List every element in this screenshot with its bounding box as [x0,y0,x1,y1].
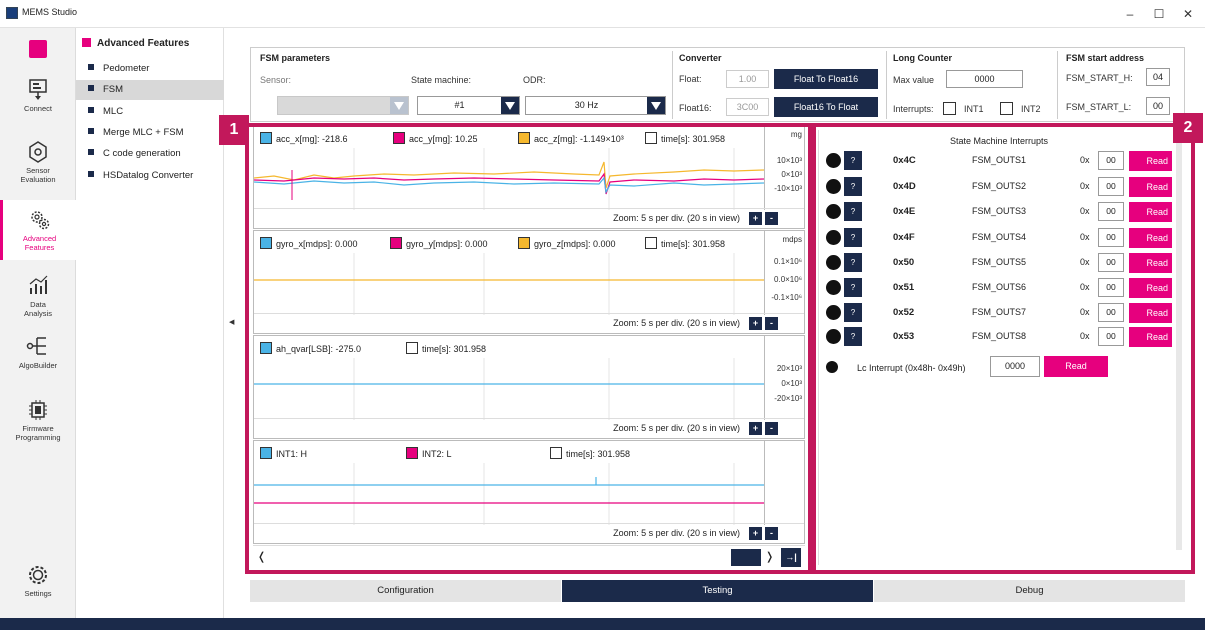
fsm-parameters-panel: FSM parameters Sensor: State machine: #1… [250,47,1185,122]
fsm-start-l-input[interactable]: 00 [1146,97,1170,115]
float16-to-float-button[interactable]: Float16 To Float [774,97,878,117]
advanced-features-icon [30,211,49,230]
left-navigation: Connect Sensor Evaluation Advanced Featu… [0,28,76,618]
nav-firmware-programming-label: Firmware Programming [15,424,61,442]
sensor-dropdown[interactable] [277,96,409,115]
nav-connect-label: Connect [24,104,52,113]
max-value-input[interactable]: 0000 [946,70,1023,88]
callout-label-1: 1 [219,115,249,145]
settings-icon [29,566,47,584]
float-label: Float: [679,74,702,84]
converter-title: Converter [679,53,722,63]
tab-testing[interactable]: Testing [562,580,873,602]
app-logo-icon [6,7,18,19]
int1-checkbox[interactable] [943,102,956,115]
chevron-down-icon [647,97,665,114]
state-machine-label: State machine: [411,75,472,85]
title-bar: MEMS Studio – ☐ ✕ [0,0,1205,28]
nav-sensor-evaluation[interactable]: Sensor Evaluation [0,140,76,184]
nav-firmware-programming[interactable]: Firmware Programming [0,398,76,442]
subnav-item-merge-mlc-fsm[interactable]: Merge MLC + FSM [76,123,224,143]
brand-logo-icon [29,40,47,58]
float-to-float16-button[interactable]: Float To Float16 [774,69,878,89]
divider [1057,51,1058,119]
sensor-evaluation-icon [29,141,47,163]
divider [672,51,673,119]
long-counter-title: Long Counter [893,53,952,63]
callout-box-2 [812,123,1195,574]
tab-debug[interactable]: Debug [874,580,1185,602]
advanced-features-menu: Advanced Features Pedometer FSM MLC Merg… [76,28,224,618]
subnav-item-c-code-generation[interactable]: C code generation [76,144,224,164]
connect-icon [29,79,47,100]
int2-checkbox[interactable] [1000,102,1013,115]
fsm-start-l-label: FSM_START_L: [1066,102,1132,112]
subnav-header: Advanced Features [82,38,189,49]
callout-label-2: 2 [1173,113,1203,143]
nav-data-analysis-label: Data Analysis [24,300,52,318]
close-button[interactable]: ✕ [1178,5,1198,23]
subnav-item-pedometer[interactable]: Pedometer [76,59,224,79]
nav-connect[interactable]: Connect [0,78,76,113]
state-machine-dropdown[interactable]: #1 [417,96,520,115]
fsm-start-address-title: FSM start address [1066,53,1145,63]
collapse-panel-icon[interactable]: ◀ [229,318,234,326]
firmware-programming-icon [29,400,47,420]
status-bar [0,618,1205,630]
subnav-item-fsm[interactable]: FSM [76,80,224,100]
fsm-parameters-title: FSM parameters [260,53,331,63]
sensor-label: Sensor: [260,75,292,85]
tab-configuration[interactable]: Configuration [250,580,561,602]
int2-label: INT2 [1021,104,1041,114]
window-title: MEMS Studio [22,7,78,17]
nav-sensor-evaluation-label: Sensor Evaluation [20,166,56,184]
nav-algobuilder[interactable]: AlgoBuilder [0,333,76,370]
maximize-button[interactable]: ☐ [1149,5,1169,23]
float-input[interactable]: 1.00 [726,70,769,88]
minimize-button[interactable]: – [1120,5,1140,23]
divider [886,51,887,119]
nav-advanced-features-label: Advanced Features [22,234,57,252]
interrupts-label: Interrupts: [893,104,934,114]
odr-label: ODR: [523,75,546,85]
data-analysis-icon [29,275,48,294]
fsm-start-h-input[interactable]: 04 [1146,68,1170,86]
nav-algobuilder-label: AlgoBuilder [18,361,58,370]
odr-dropdown[interactable]: 30 Hz [525,96,666,115]
callout-box-1 [245,123,812,574]
odr-value: 30 Hz [574,100,599,110]
chevron-down-icon [390,97,408,114]
nav-data-analysis[interactable]: Data Analysis [0,274,76,318]
subnav-item-hsdatalog-converter[interactable]: HSDatalog Converter [76,166,224,186]
float16-label: Float16: [679,103,712,113]
algobuilder-icon [26,337,46,355]
max-value-label: Max value [893,75,935,85]
nav-advanced-features[interactable]: Advanced Features [0,200,76,260]
fsm-start-h-label: FSM_START_H: [1066,73,1133,83]
bottom-tabs: Configuration Testing Debug [250,580,1185,602]
nav-settings[interactable]: Settings [0,563,76,598]
int1-label: INT1 [964,104,984,114]
state-machine-value: #1 [454,100,465,110]
nav-settings-label: Settings [24,589,52,598]
float16-input[interactable]: 3C00 [726,98,769,116]
chevron-down-icon [501,97,519,114]
subnav-item-mlc[interactable]: MLC [76,102,224,122]
